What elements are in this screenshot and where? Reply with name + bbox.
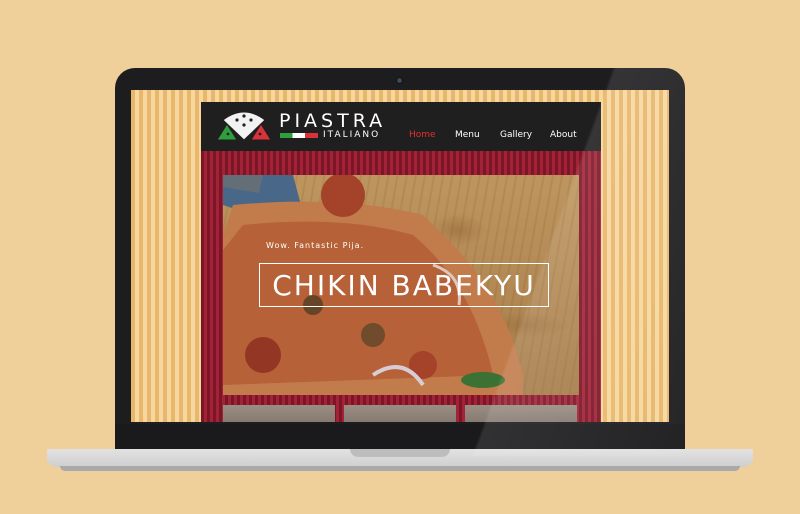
gallery-thumbnail[interactable] <box>344 405 456 422</box>
pizza-slice-logo-icon[interactable] <box>215 110 273 142</box>
webcam-icon <box>397 78 402 83</box>
nav-link-home[interactable]: Home <box>409 130 436 140</box>
nav-link-menu[interactable]: Menu <box>455 130 480 140</box>
site-body: Wow. Fantastic Pija. CHIKIN BABEKYU <box>201 151 601 422</box>
laptop-shadow <box>60 466 740 471</box>
gallery-thumbnail[interactable] <box>223 405 335 422</box>
hero-tagline: Wow. Fantastic Pija. <box>266 241 365 250</box>
hero-title: CHIKIN BABEKYU <box>272 268 536 302</box>
italian-flag-bar <box>280 133 318 138</box>
laptop-notch <box>350 449 450 457</box>
brand-name: PIASTRA <box>279 110 387 132</box>
nav-link-about[interactable]: About <box>550 130 577 140</box>
website: PIASTRA ITALIANO Home Menu Gallery About <box>201 102 601 422</box>
laptop-bezel-bottom <box>115 424 685 450</box>
brand-subtitle: ITALIANO <box>323 130 381 140</box>
hero-title-box: CHIKIN BABEKYU <box>259 263 549 307</box>
laptop-screen: PIASTRA ITALIANO Home Menu Gallery About <box>131 90 669 422</box>
nav-link-gallery[interactable]: Gallery <box>500 130 532 140</box>
hero-banner: Wow. Fantastic Pija. CHIKIN BABEKYU <box>223 175 579 395</box>
gallery-thumbnail[interactable] <box>465 405 577 422</box>
site-header: PIASTRA ITALIANO Home Menu Gallery About <box>201 102 601 151</box>
